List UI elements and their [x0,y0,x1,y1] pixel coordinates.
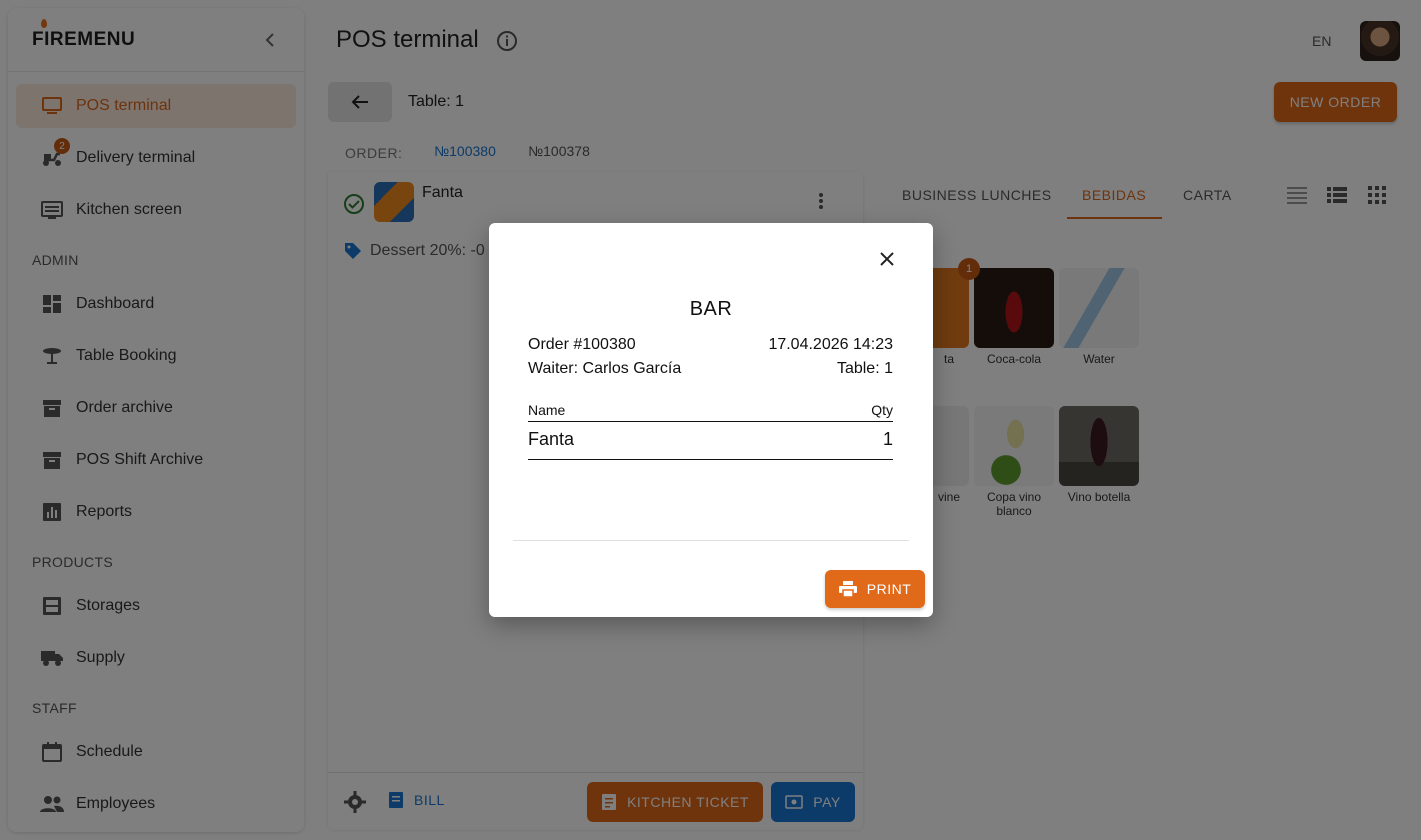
receipt-order-row: Order #100380 17.04.2026 14:23 [528,336,893,354]
receipt-item-row: Fanta 1 [528,429,893,460]
close-icon[interactable] [875,247,899,271]
receipt-datetime: 17.04.2026 14:23 [768,336,893,353]
bar-ticket-dialog: BAR Order #100380 17.04.2026 14:23 Waite… [489,223,933,617]
column-header-qty: Qty [871,402,893,418]
print-label: PRINT [866,581,912,597]
receipt-table: Table: 1 [836,360,893,377]
receipt-item-name: Fanta [528,429,575,449]
receipt-item-qty: 1 [882,429,893,449]
receipt-title: BAR [689,298,733,320]
receipt-header-row: Name Qty [528,402,893,422]
receipt-order-number: Order #100380 [528,336,636,353]
divider [513,540,909,541]
receipt-waiter-row: Waiter: Carlos García Table: 1 [528,360,893,378]
printer-icon [838,581,857,597]
receipt-waiter: Waiter: Carlos García [528,360,682,377]
print-button[interactable]: PRINT [825,570,925,608]
column-header-name: Name [528,402,566,418]
